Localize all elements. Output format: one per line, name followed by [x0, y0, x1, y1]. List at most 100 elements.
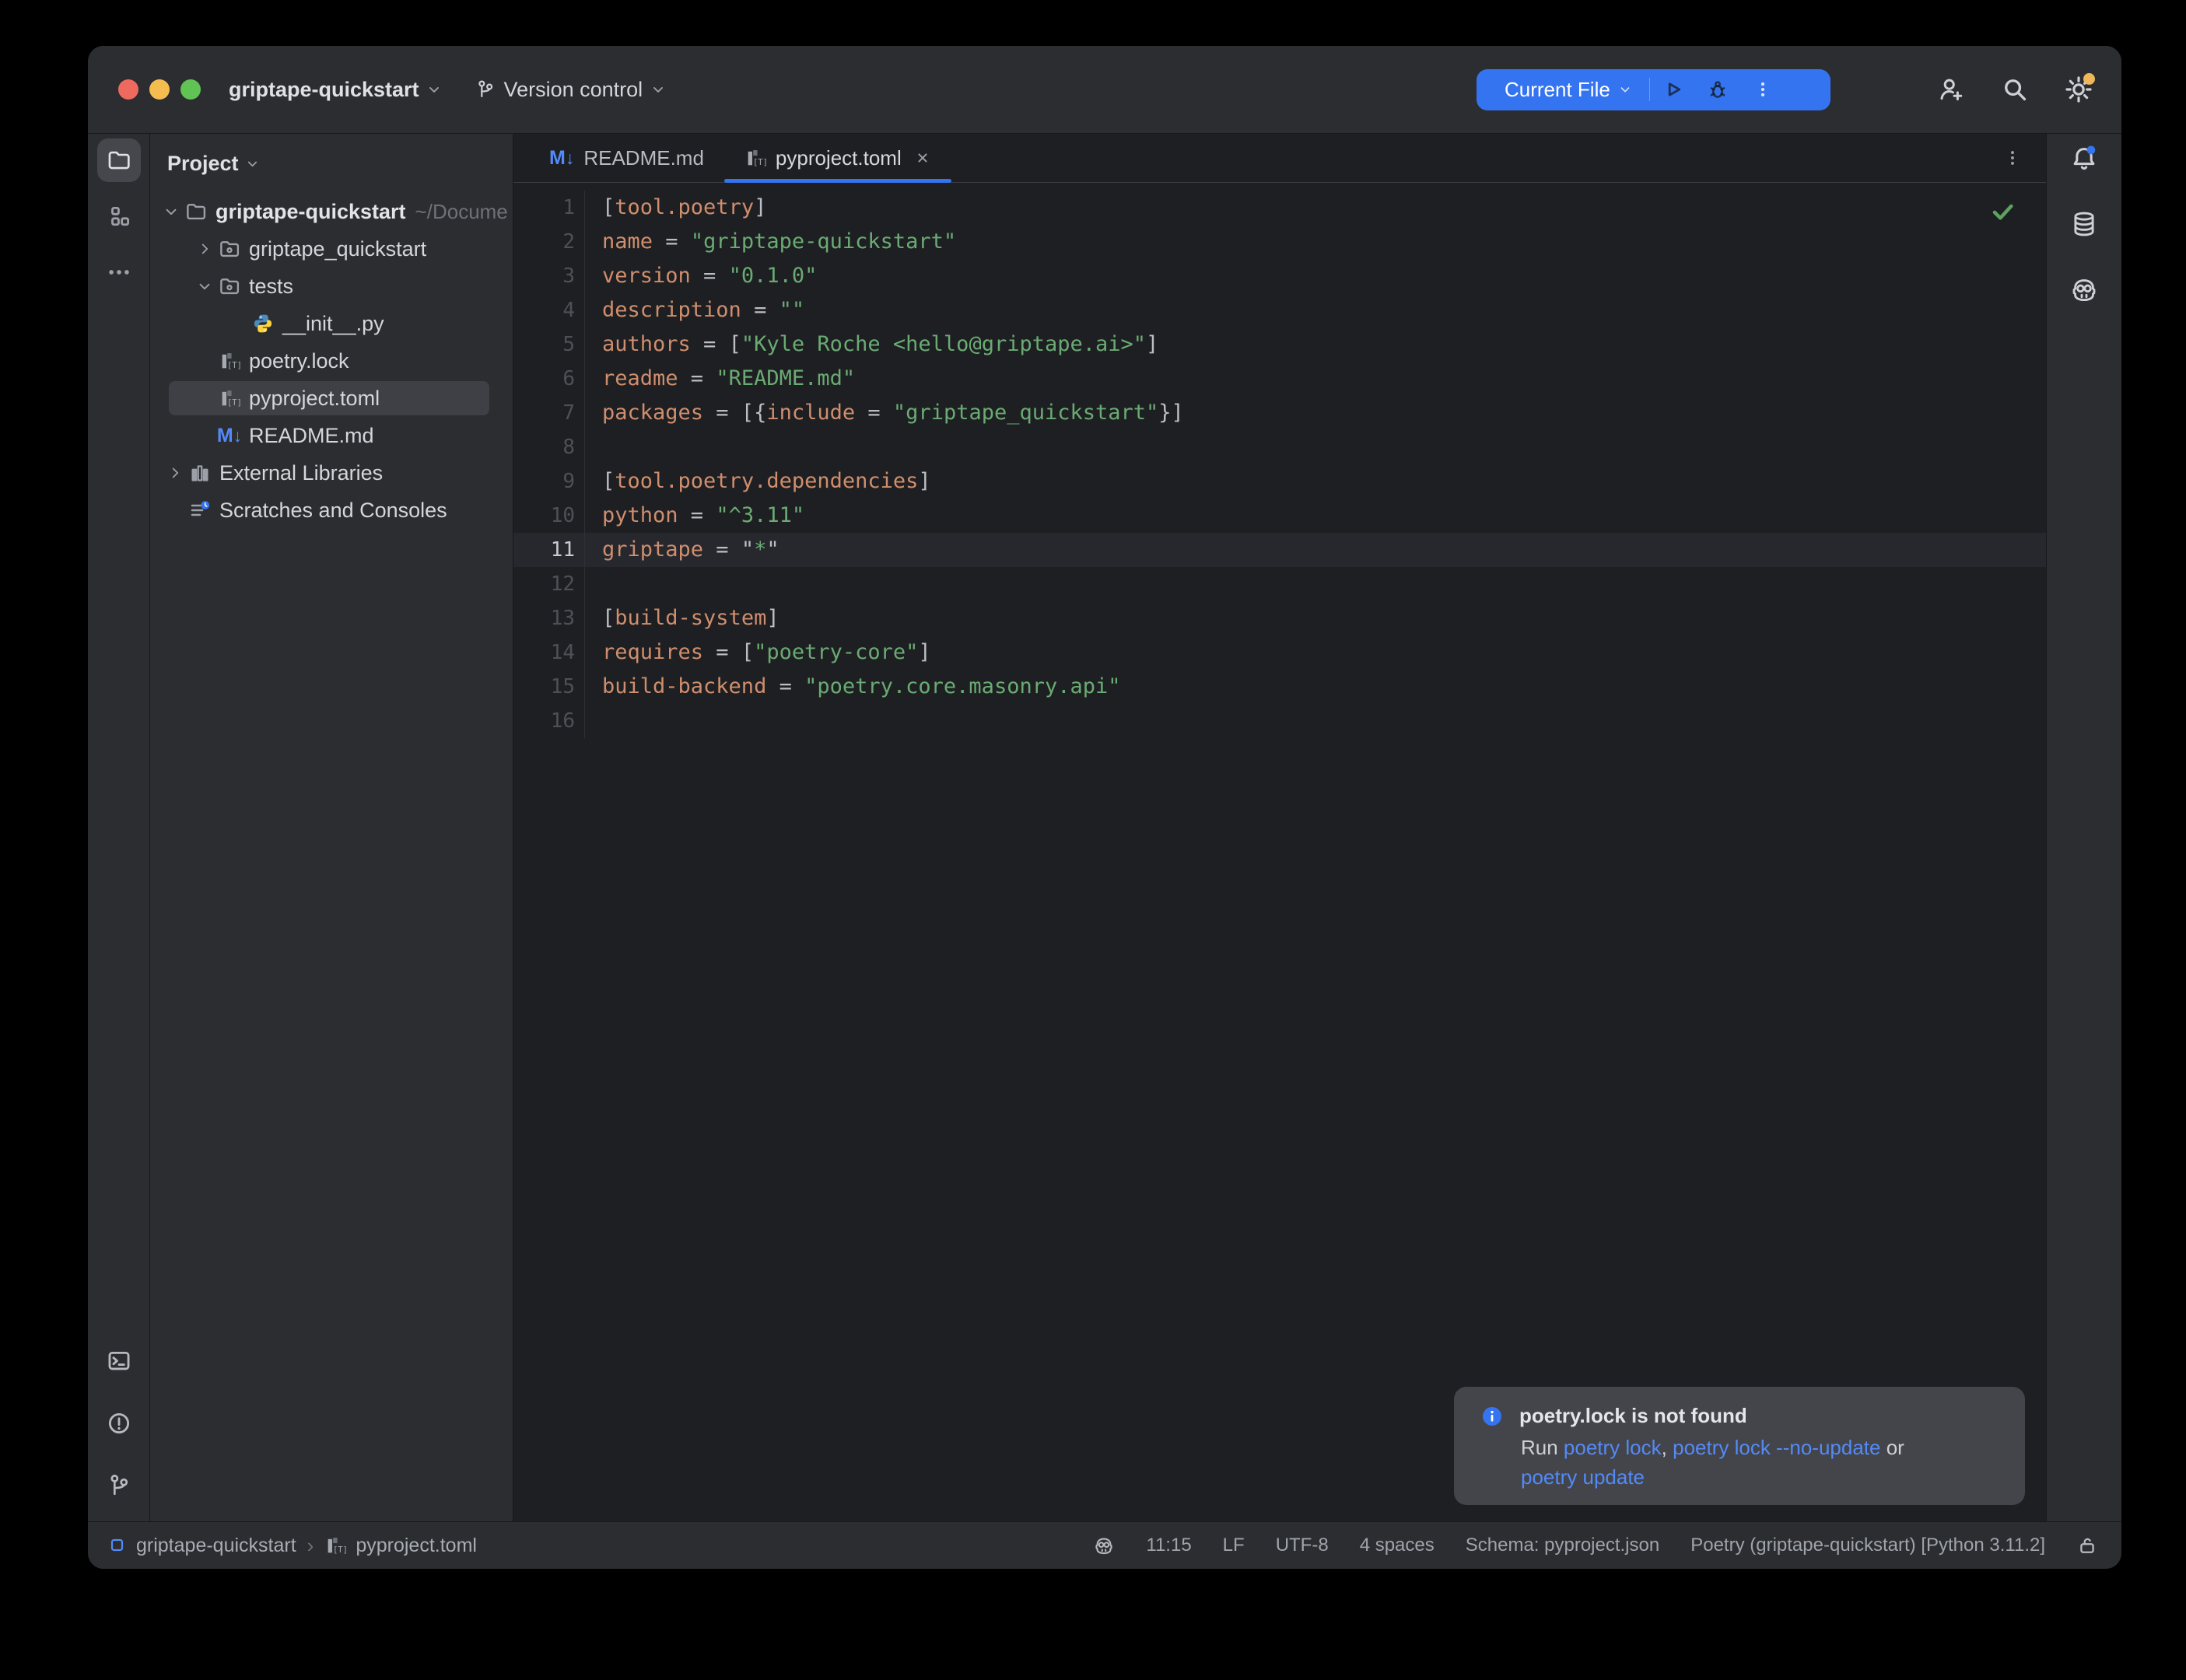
- tab-readme-md[interactable]: M↓README.md: [529, 134, 724, 182]
- breadcrumb-file[interactable]: pyproject.toml: [356, 1535, 477, 1557]
- breadcrumb-chevron: ›: [306, 1534, 316, 1558]
- notification-link[interactable]: poetry update: [1521, 1465, 1645, 1489]
- settings-notification-badge: [2083, 73, 2095, 85]
- code-line-13: 13[build-system]: [513, 601, 2046, 635]
- code-text: python = "^3.11": [585, 499, 804, 533]
- code-text: [585, 704, 602, 738]
- tree-item-griptape-quickstart[interactable]: griptape-quickstart~/Docume: [150, 193, 513, 230]
- left-strip-bottom: [97, 1339, 141, 1521]
- terminal-toolwindow-button[interactable]: [97, 1339, 141, 1383]
- tree-item-readme-md[interactable]: M↓README.md: [150, 417, 513, 454]
- library-icon: [187, 461, 213, 485]
- run-configuration-button[interactable]: Current File: [1505, 78, 1610, 102]
- caret-position-widget[interactable]: 11:15: [1146, 1535, 1191, 1556]
- code-token: tool.poetry: [615, 195, 754, 219]
- left-tool-strip: [88, 134, 150, 1521]
- structure-toolwindow-button[interactable]: [97, 194, 141, 238]
- chevron-down-icon[interactable]: [159, 203, 183, 220]
- chevron-right-icon[interactable]: [193, 240, 216, 257]
- code-line-7: 7packages = [{include = "griptape_quicks…: [513, 396, 2046, 430]
- toml-icon: [T]: [216, 350, 243, 372]
- code-token: "README.md": [716, 366, 855, 390]
- settings-button[interactable]: [2064, 75, 2093, 104]
- run-configuration-widget: Current File: [1477, 69, 1830, 110]
- unlocked-icon[interactable]: [2076, 1535, 2098, 1556]
- tree-item-scratches-and-consoles[interactable]: Scratches and Consoles: [150, 492, 513, 529]
- problems-toolwindow-button[interactable]: [97, 1402, 141, 1445]
- project-widget[interactable]: griptape-quickstart: [229, 78, 442, 102]
- toml-icon: [T]: [216, 387, 243, 409]
- tree-item-label: pyproject.toml: [249, 387, 380, 411]
- notification-link[interactable]: poetry lock: [1564, 1436, 1662, 1459]
- editor-area: M↓README.md[T]pyproject.toml 1[tool.poet…: [513, 134, 2046, 1521]
- minimize-window-button[interactable]: [149, 79, 170, 100]
- code-token: build-system: [615, 606, 766, 630]
- code-text: [585, 567, 602, 601]
- desktop: { "titlebar": { "project_name": "griptap…: [0, 0, 2186, 1680]
- search-everywhere-button[interactable]: [2000, 75, 2030, 104]
- tree-item--init-py[interactable]: __init__.py: [150, 305, 513, 342]
- code-text: description = "": [585, 293, 804, 327]
- code-token: packages: [602, 401, 703, 425]
- notification-toast: poetry.lock is not found Run poetry lock…: [1454, 1387, 2025, 1505]
- code-token: include: [766, 401, 855, 425]
- titlebar-right-group: Current File: [1477, 46, 2093, 133]
- code-text: build-backend = "poetry.core.masonry.api…: [585, 670, 1121, 704]
- project-panel-header[interactable]: Project: [150, 134, 513, 193]
- code-line-4: 4description = "": [513, 293, 2046, 327]
- tree-item-external-libraries[interactable]: External Libraries: [150, 454, 513, 492]
- line-separator-widget[interactable]: LF: [1223, 1535, 1245, 1556]
- line-number: 15: [513, 670, 585, 704]
- code-token: "poetry-core": [754, 640, 918, 664]
- inspections-ok-icon[interactable]: [1990, 198, 2015, 229]
- close-window-button[interactable]: [118, 79, 138, 100]
- copilot-button[interactable]: [2062, 268, 2106, 311]
- more-toolwindows-button[interactable]: [97, 250, 141, 294]
- indent-widget[interactable]: 4 spaces: [1360, 1535, 1435, 1556]
- chevron-down-icon[interactable]: [193, 278, 216, 295]
- line-number: 7: [513, 396, 585, 430]
- code-editor[interactable]: 1[tool.poetry]2name = "griptape-quicksta…: [513, 183, 2046, 1521]
- code-line-16: 16: [513, 704, 2046, 738]
- notifications-button[interactable]: [2062, 137, 2106, 180]
- vcs-widget[interactable]: Version control: [475, 78, 667, 102]
- code-line-1: 1[tool.poetry]: [513, 191, 2046, 225]
- run-button[interactable]: [1650, 78, 1695, 101]
- line-number: 16: [513, 704, 585, 738]
- status-bar-widgets: 11:15 LF UTF-8 4 spaces Schema: pyprojec…: [1093, 1535, 2098, 1556]
- project-toolwindow-button[interactable]: [97, 138, 141, 182]
- close-tab-button[interactable]: [914, 149, 931, 166]
- add-user-button[interactable]: [1936, 75, 1966, 104]
- tree-item-pyproject-toml[interactable]: [T] pyproject.toml: [150, 380, 513, 417]
- notification-link[interactable]: poetry lock --no-update: [1673, 1436, 1880, 1459]
- code-text: [tool.poetry.dependencies]: [585, 464, 931, 499]
- breadcrumb: griptape-quickstart › [T] pyproject.toml: [108, 1534, 477, 1558]
- line-number: 1: [513, 191, 585, 225]
- tree-item-tests[interactable]: tests: [150, 268, 513, 305]
- tree-item-griptape-quickstart[interactable]: griptape_quickstart: [150, 230, 513, 268]
- maximize-window-button[interactable]: [180, 79, 201, 100]
- schema-widget[interactable]: Schema: pyproject.json: [1466, 1535, 1659, 1556]
- tab-options-button[interactable]: [2002, 134, 2023, 182]
- right-tool-strip: [2046, 134, 2121, 1521]
- notification-title: poetry.lock is not found: [1519, 1404, 1747, 1428]
- code-token: =: [691, 264, 729, 288]
- chevron-down-icon: [650, 82, 666, 97]
- encoding-widget[interactable]: UTF-8: [1276, 1535, 1329, 1556]
- tree-item-poetry-lock[interactable]: [T]poetry.lock: [150, 342, 513, 380]
- chevron-right-icon[interactable]: [163, 464, 187, 481]
- tab-pyproject-toml[interactable]: [T]pyproject.toml: [724, 134, 951, 182]
- tree-item-label: griptape-quickstart: [215, 200, 406, 224]
- notification-text: Run: [1521, 1436, 1564, 1459]
- more-run-options-button[interactable]: [1740, 79, 1785, 100]
- line-number: 13: [513, 601, 585, 635]
- breadcrumb-project[interactable]: griptape-quickstart: [136, 1535, 296, 1557]
- debug-button[interactable]: [1695, 78, 1740, 101]
- database-toolwindow-button[interactable]: [2062, 202, 2106, 246]
- code-token: }]: [1158, 401, 1184, 425]
- git-toolwindow-button[interactable]: [97, 1464, 141, 1507]
- code-token: =: [678, 503, 716, 527]
- code-line-11: 11griptape = "*": [513, 533, 2046, 567]
- copilot-status-icon[interactable]: [1093, 1535, 1115, 1556]
- interpreter-widget[interactable]: Poetry (griptape-quickstart) [Python 3.1…: [1690, 1535, 2045, 1556]
